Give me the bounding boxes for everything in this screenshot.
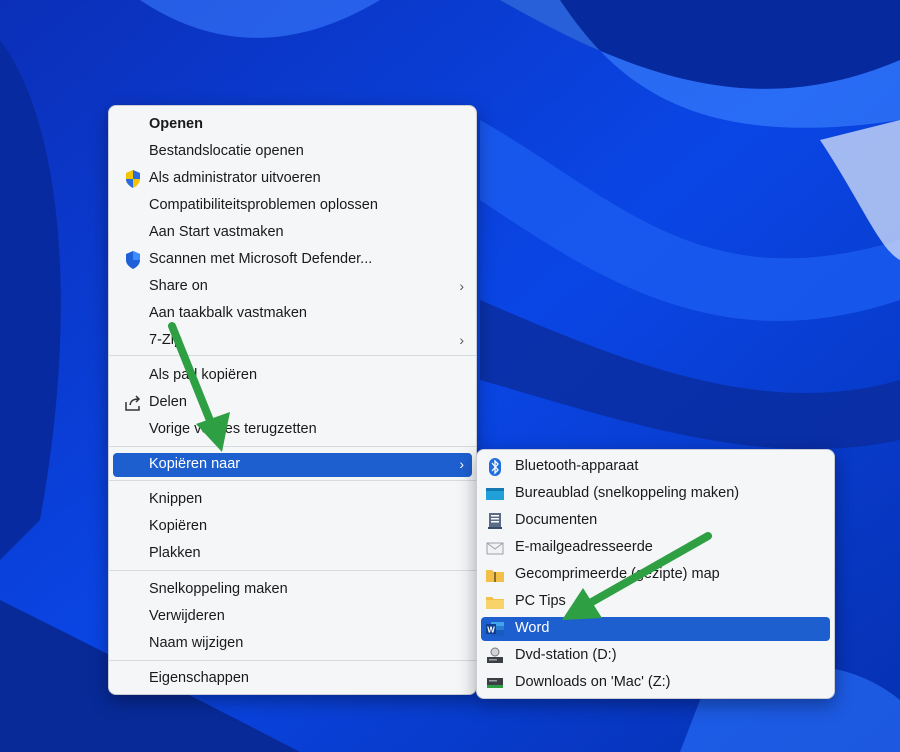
menu-item-label: Aan taakbalk vastmaken — [149, 305, 307, 321]
menu-item-label: Plakken — [149, 545, 201, 561]
menu-item-label: Dvd-station (D:) — [515, 647, 617, 663]
submenu-item-downloads-mac[interactable]: Downloads on 'Mac' (Z:) — [481, 671, 830, 695]
menu-separator — [109, 570, 476, 571]
submenu-item-pc-tips[interactable]: PC Tips — [481, 590, 830, 614]
menu-item-share-on[interactable]: Share on › — [113, 275, 472, 299]
menu-item-aan-start-vastmaken[interactable]: Aan Start vastmaken — [113, 221, 472, 245]
menu-item-knippen[interactable]: Knippen — [113, 488, 472, 512]
submenu-item-documenten[interactable]: Documenten — [481, 509, 830, 533]
menu-item-plakken[interactable]: Plakken — [113, 542, 472, 566]
menu-item-label: Naam wijzigen — [149, 635, 244, 651]
menu-separator — [109, 355, 476, 356]
dvd-drive-icon — [487, 647, 503, 663]
menu-item-label: Word — [515, 620, 550, 636]
menu-item-label: Bluetooth-apparaat — [515, 458, 639, 474]
menu-item-label: Als administrator uitvoeren — [149, 170, 321, 186]
submenu-item-bureaublad[interactable]: Bureaublad (snelkoppeling maken) — [481, 482, 830, 506]
menu-item-snelkoppeling-maken[interactable]: Snelkoppeling maken — [113, 578, 472, 602]
menu-item-delen[interactable]: Delen — [113, 391, 472, 415]
menu-item-label: Kopiëren naar — [149, 456, 241, 472]
menu-item-label: Delen — [149, 394, 187, 410]
menu-item-label: Verwijderen — [149, 608, 225, 624]
menu-item-label: Bureaublad (snelkoppeling maken) — [515, 485, 740, 501]
menu-item-label: Scannen met Microsoft Defender... — [149, 251, 373, 267]
bluetooth-icon — [489, 458, 501, 476]
menu-item-label: Snelkoppeling maken — [149, 581, 288, 597]
menu-item-als-administrator[interactable]: Als administrator uitvoeren — [113, 167, 472, 191]
menu-separator — [109, 480, 476, 481]
mail-icon — [486, 542, 504, 555]
menu-item-label: Openen — [149, 116, 203, 132]
menu-item-vorige-versies[interactable]: Vorige versies terugzetten — [113, 418, 472, 442]
menu-item-label: E-mailgeadresseerde — [515, 539, 653, 555]
documents-icon — [488, 513, 502, 529]
desktop-icon — [486, 488, 504, 500]
menu-item-kopieren-naar[interactable]: Kopiëren naar › — [113, 453, 472, 477]
chevron-right-icon: › — [459, 332, 464, 348]
chevron-right-icon: › — [459, 456, 464, 472]
context-menu: Openen Bestandslocatie openen Als admini… — [108, 105, 477, 695]
menu-item-label: PC Tips — [515, 593, 566, 609]
menu-item-label: Aan Start vastmaken — [149, 224, 284, 240]
menu-item-label: Kopiëren — [149, 518, 208, 534]
menu-item-7zip[interactable]: 7-Zip › — [113, 329, 472, 353]
menu-item-label: Gecomprimeerde (gezipte) map — [515, 566, 720, 582]
menu-item-label: Compatibiliteitsproblemen oplossen — [149, 197, 378, 213]
share-icon — [125, 395, 141, 411]
network-drive-icon — [487, 678, 503, 688]
menu-item-als-pad-kopieren[interactable]: Als pad kopiëren — [113, 364, 472, 388]
menu-item-label: Downloads on 'Mac' (Z:) — [515, 674, 671, 690]
menu-item-label: Documenten — [515, 512, 598, 528]
menu-item-label: Eigenschappen — [149, 670, 249, 686]
menu-item-bestandslocatie-openen[interactable]: Bestandslocatie openen — [113, 140, 472, 164]
svg-text:W: W — [487, 626, 495, 635]
chevron-right-icon: › — [459, 278, 464, 294]
menu-item-label: Als pad kopiëren — [149, 367, 258, 383]
menu-item-scannen-defender[interactable]: Scannen met Microsoft Defender... — [113, 248, 472, 272]
menu-item-eigenschappen[interactable]: Eigenschappen — [113, 667, 472, 691]
menu-item-label: Bestandslocatie openen — [149, 143, 304, 159]
submenu-item-bluetooth[interactable]: Bluetooth-apparaat — [481, 455, 830, 479]
submenu-item-email[interactable]: E-mailgeadresseerde — [481, 536, 830, 560]
defender-shield-icon — [126, 251, 140, 269]
submenu-item-word[interactable]: W Word — [481, 617, 830, 641]
menu-item-kopieren[interactable]: Kopiëren — [113, 515, 472, 539]
word-icon: W — [486, 622, 504, 636]
submenu-item-zip[interactable]: Gecomprimeerde (gezipte) map — [481, 563, 830, 587]
menu-item-naam-wijzigen[interactable]: Naam wijzigen — [113, 632, 472, 656]
kopieren-naar-submenu: Bluetooth-apparaat Bureaublad (snelkoppe… — [476, 449, 835, 699]
folder-icon — [486, 597, 504, 609]
menu-separator — [109, 660, 476, 661]
uac-shield-icon — [126, 170, 140, 188]
menu-item-label: Vorige versies terugzetten — [149, 421, 317, 437]
menu-item-verwijderen[interactable]: Verwijderen — [113, 605, 472, 629]
menu-item-openen[interactable]: Openen — [113, 113, 472, 137]
menu-item-label: Share on — [149, 278, 208, 294]
menu-item-aan-taakbalk[interactable]: Aan taakbalk vastmaken — [113, 302, 472, 326]
submenu-item-dvd[interactable]: Dvd-station (D:) — [481, 644, 830, 668]
menu-item-label: Knippen — [149, 491, 203, 507]
menu-item-compatibiliteit[interactable]: Compatibiliteitsproblemen oplossen — [113, 194, 472, 218]
zip-folder-icon — [486, 570, 504, 582]
menu-item-label: 7-Zip — [149, 332, 183, 348]
menu-separator — [109, 446, 476, 447]
